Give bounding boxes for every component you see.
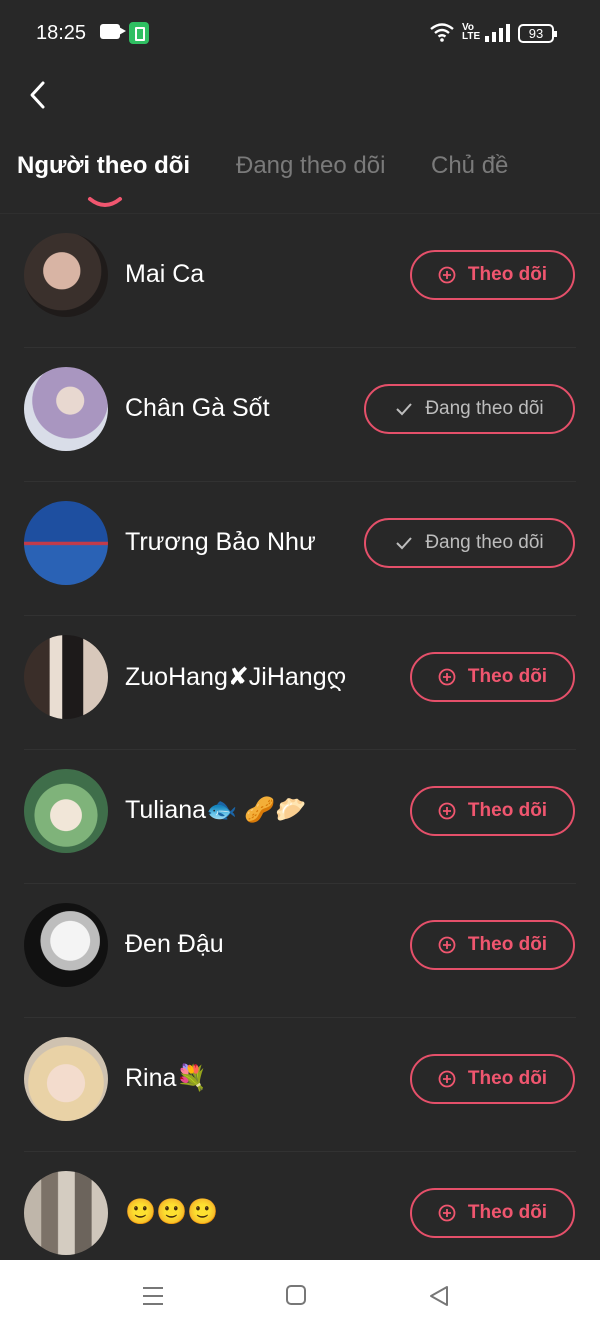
follow-button[interactable]: Theo dõi — [410, 920, 575, 970]
following-button-label: Đang theo dõi — [425, 398, 544, 419]
user-name[interactable]: Chân Gà Sốt — [125, 394, 270, 423]
plus-circle-icon — [438, 1204, 456, 1222]
avatar[interactable] — [24, 769, 108, 853]
plus-circle-icon — [438, 266, 456, 284]
avatar[interactable] — [24, 501, 108, 585]
follower-list: Mai Ca Theo dõi Chân Gà Sốt Đang theo dõ… — [0, 214, 600, 1286]
follow-button-label: Theo dõi — [467, 264, 548, 285]
checkmark-icon — [396, 537, 413, 550]
follow-button[interactable]: Theo dõi — [410, 1054, 575, 1104]
back-button[interactable] — [22, 78, 56, 112]
following-button[interactable]: Đang theo dõi — [364, 518, 575, 568]
wifi-icon — [430, 23, 454, 42]
avatar[interactable] — [24, 1171, 108, 1255]
avatar[interactable] — [24, 367, 108, 451]
plus-circle-icon — [438, 1070, 456, 1088]
list-item[interactable]: Trương Bảo Như Đang theo dõi — [0, 482, 600, 616]
volte-icon: Vo LTE — [462, 22, 481, 42]
tab-followers[interactable]: Người theo dõi — [17, 152, 190, 180]
user-name[interactable]: Đen Đậu — [125, 930, 224, 959]
list-item[interactable]: Chân Gà Sốt Đang theo dõi — [0, 348, 600, 482]
list-item[interactable]: Tuliana🐟 🥜🥟 Theo dõi — [0, 750, 600, 884]
follow-button[interactable]: Theo dõi — [410, 1188, 575, 1238]
list-item[interactable]: Đen Đậu Theo dõi — [0, 884, 600, 1018]
back-triangle-icon[interactable] — [428, 1284, 450, 1308]
list-item[interactable]: Mai Ca Theo dõi — [0, 214, 600, 348]
follow-button-label: Theo dõi — [467, 1068, 548, 1089]
user-name[interactable]: ZuoHang✘JiHangღ — [125, 662, 346, 692]
avatar[interactable] — [24, 233, 108, 317]
avatar[interactable] — [24, 635, 108, 719]
user-name[interactable]: Trương Bảo Như — [125, 528, 316, 557]
following-button[interactable]: Đang theo dõi — [364, 384, 575, 434]
avatar[interactable] — [24, 1037, 108, 1121]
user-name[interactable]: 🙂🙂🙂 — [125, 1198, 218, 1227]
follow-button-label: Theo dõi — [467, 800, 548, 821]
checkmark-icon — [396, 403, 413, 416]
menu-icon[interactable] — [141, 1284, 165, 1308]
follow-button-label: Theo dõi — [467, 1202, 548, 1223]
status-time: 18:25 — [36, 22, 87, 44]
home-square-icon[interactable] — [285, 1284, 307, 1306]
status-bar: 18:25 Vo LTE 93 — [0, 0, 600, 68]
plus-circle-icon — [438, 668, 456, 686]
system-nav-bar — [0, 1260, 600, 1333]
avatar[interactable] — [24, 903, 108, 987]
follow-button[interactable]: Theo dõi — [410, 250, 575, 300]
list-item[interactable]: Rina💐 Theo dõi — [0, 1018, 600, 1152]
plus-circle-icon — [438, 802, 456, 820]
follow-button-label: Theo dõi — [467, 666, 548, 687]
tab-following[interactable]: Đang theo dõi — [236, 152, 385, 180]
follow-button-label: Theo dõi — [467, 934, 548, 955]
following-button-label: Đang theo dõi — [425, 532, 544, 553]
list-item[interactable]: ZuoHang✘JiHangღ Theo dõi — [0, 616, 600, 750]
tab-topics[interactable]: Chủ đề — [431, 152, 508, 180]
user-name[interactable]: Rina💐 — [125, 1064, 208, 1093]
plus-circle-icon — [438, 936, 456, 954]
user-name[interactable]: Tuliana🐟 🥜🥟 — [125, 796, 306, 825]
battery-icon: 93 — [518, 24, 557, 43]
signal-icon — [485, 24, 511, 42]
screen: 18:25 Vo LTE 93 Người theo dõi Đang theo… — [0, 0, 600, 1333]
follow-button[interactable]: Theo dõi — [410, 786, 575, 836]
follow-button[interactable]: Theo dõi — [410, 652, 575, 702]
user-name[interactable]: Mai Ca — [125, 260, 204, 289]
video-camera-icon — [100, 24, 126, 39]
battery-saver-icon — [129, 22, 149, 44]
tab-indicator — [88, 197, 122, 207]
